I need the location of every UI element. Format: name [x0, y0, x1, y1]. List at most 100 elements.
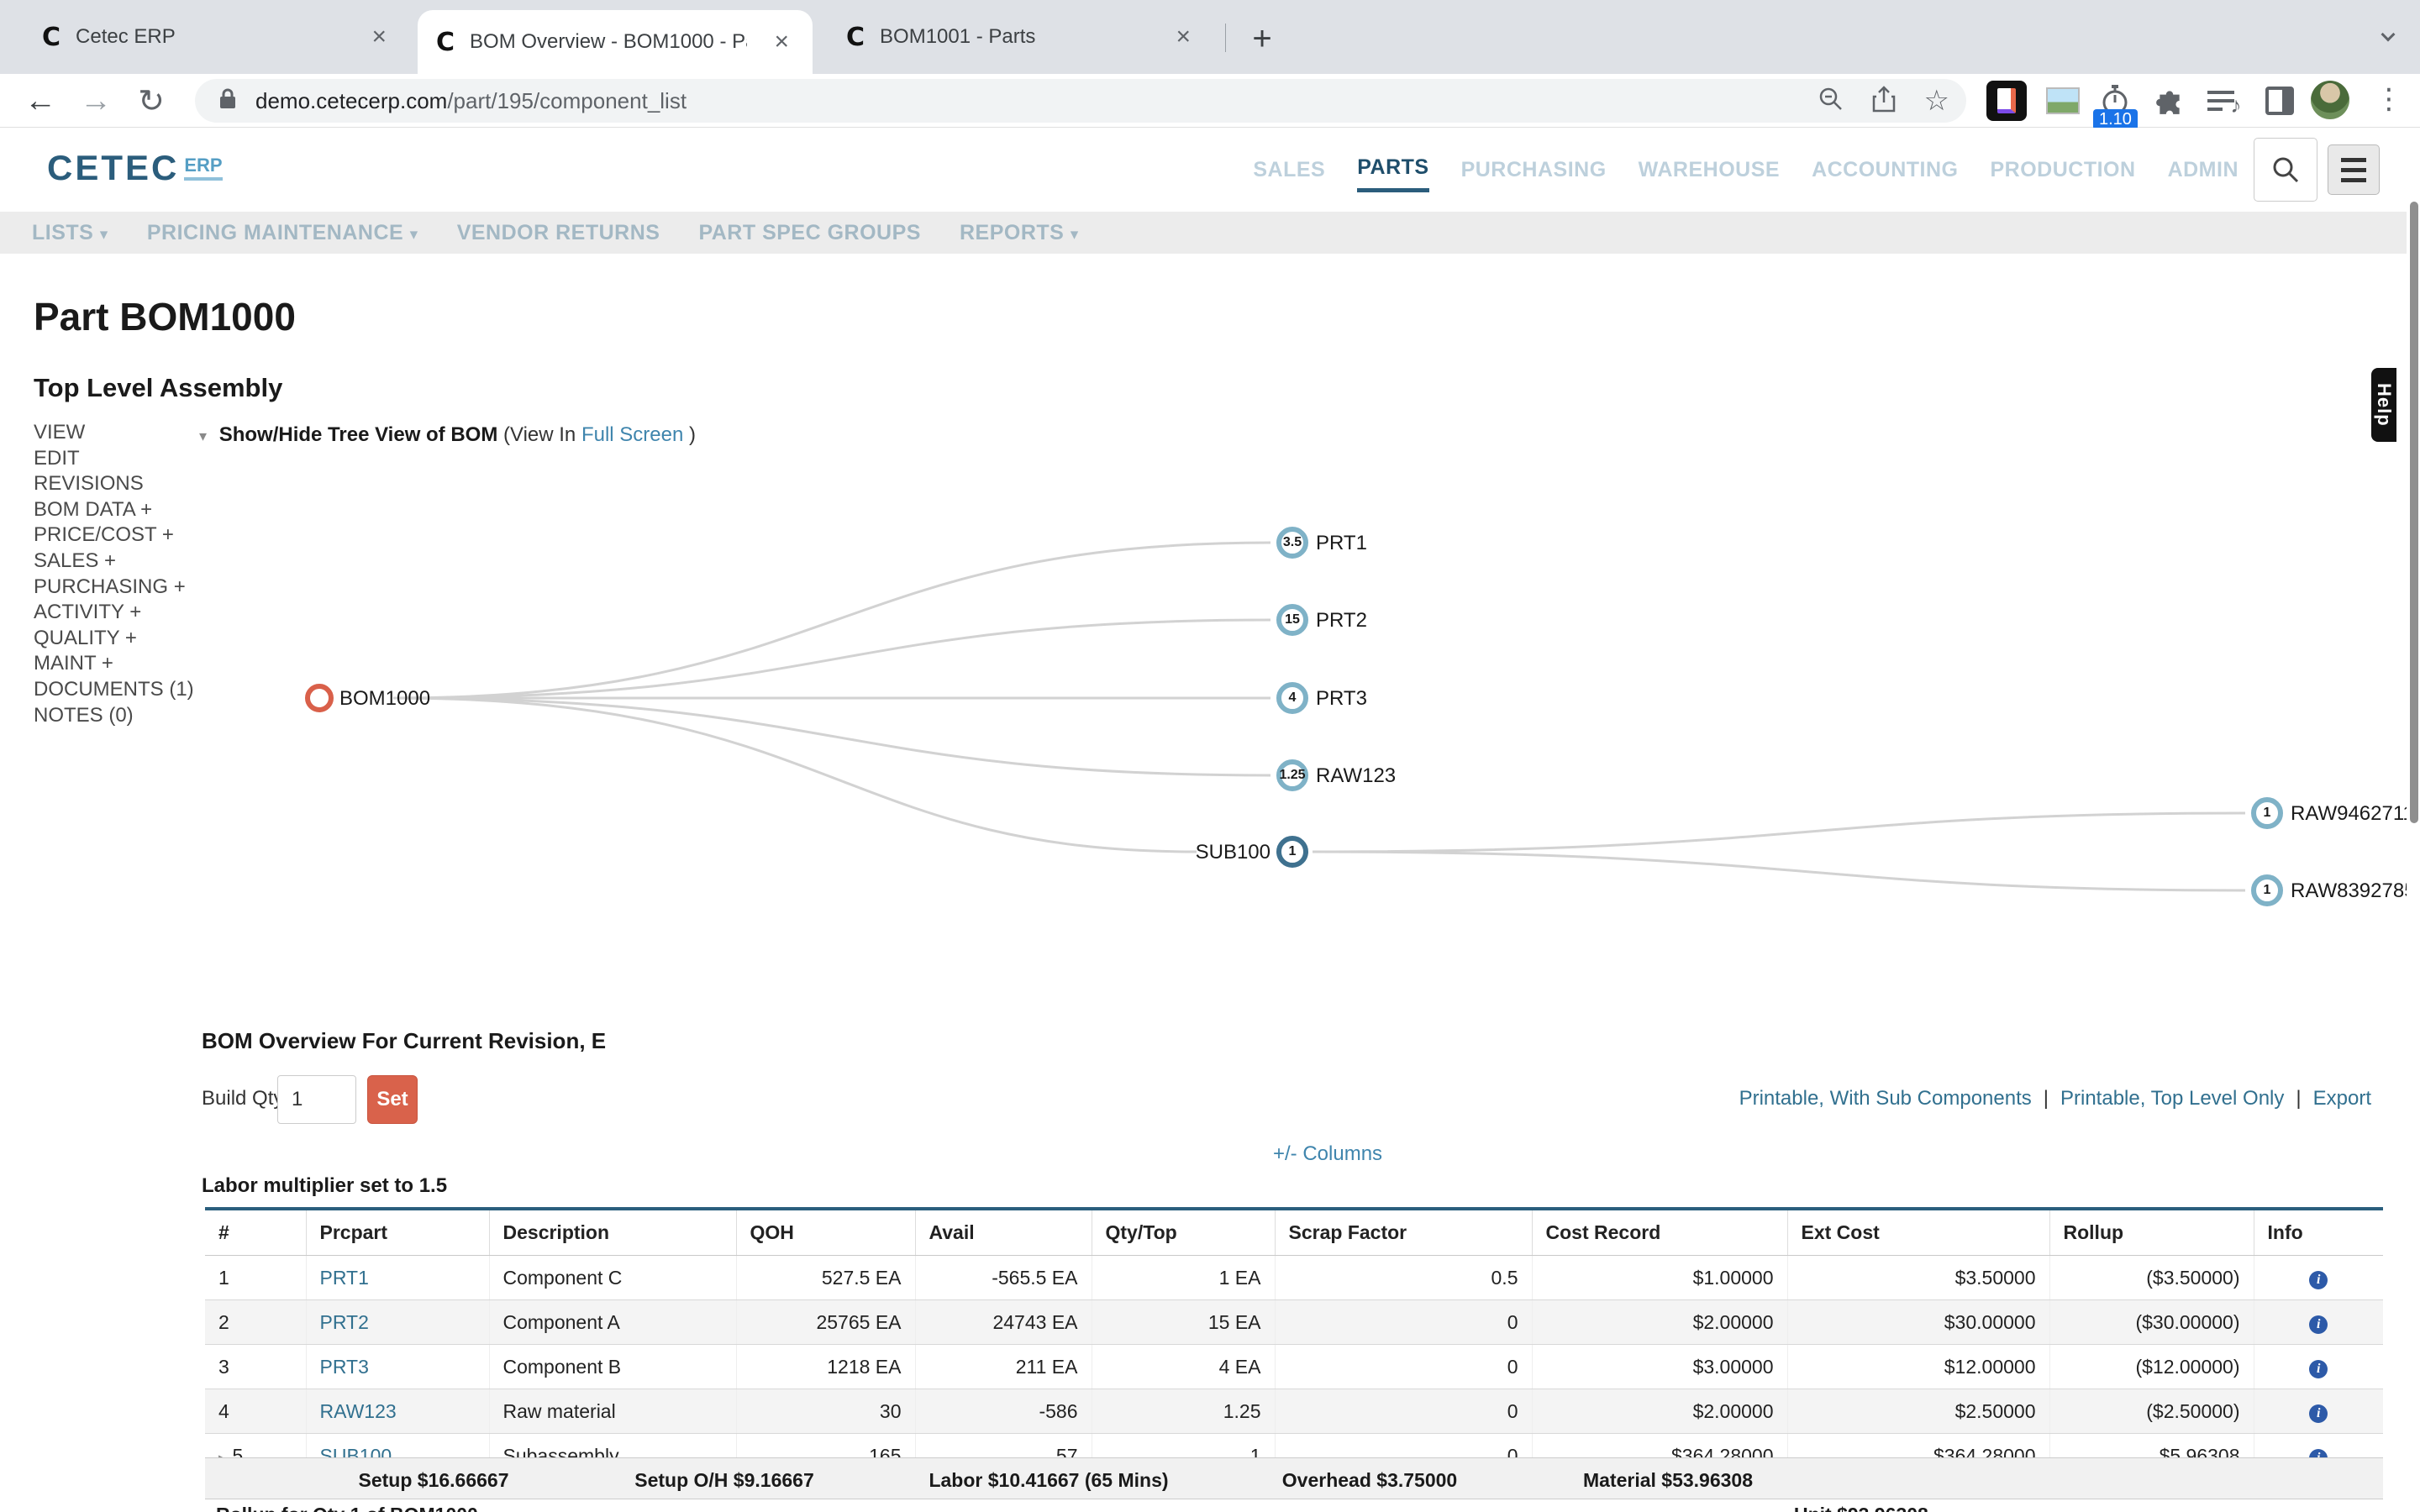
tree-label: RAW123: [1316, 764, 1396, 788]
search-button[interactable]: [2254, 138, 2317, 202]
sidebar-item-bom-data[interactable]: BOM DATA +: [34, 497, 194, 523]
printable-top-level-only-link[interactable]: Printable, Top Level Only: [2060, 1087, 2284, 1110]
browser-toolbar: ← → ↻ demo.cetecerp.com/part/195/compone…: [0, 74, 2420, 128]
tree-node-raw9462711[interactable]: 1: [2251, 797, 2283, 829]
sidebar-item-documents[interactable]: DOCUMENTS (1): [34, 677, 194, 703]
tree-node-bom1000[interactable]: [305, 684, 334, 712]
tree-toggle[interactable]: ▾ Show/Hide Tree View of BOM (View In Fu…: [199, 423, 696, 447]
sidebar-item-maint[interactable]: MAINT +: [34, 651, 194, 677]
extension-image-icon[interactable]: [2043, 81, 2083, 121]
hamburger-menu-button[interactable]: [2328, 144, 2380, 195]
tab-title: Cetec ERP: [76, 25, 176, 49]
prcpart-link[interactable]: PRT3: [320, 1356, 369, 1378]
build-qty-input[interactable]: [277, 1075, 356, 1124]
zoom-out-icon[interactable]: [1818, 87, 1844, 116]
back-button[interactable]: ←: [15, 74, 66, 128]
subnav-lists[interactable]: LISTS ▾: [32, 221, 108, 245]
tree-node-raw8392785[interactable]: 1: [2251, 874, 2283, 906]
forward-button[interactable]: →: [71, 74, 121, 128]
tree-node-prt2[interactable]: 15: [1276, 604, 1308, 636]
nav-accounting[interactable]: ACCOUNTING: [1812, 150, 1958, 191]
close-icon[interactable]: ×: [1171, 23, 1196, 51]
nav-production[interactable]: PRODUCTION: [1991, 150, 2136, 191]
subnav-vendor-returns[interactable]: VENDOR RETURNS: [457, 221, 660, 245]
table-header-row: #PrcpartDescriptionQOHAvailQty/TopScrap …: [205, 1209, 2383, 1256]
tree-node-prt1[interactable]: 3.5: [1276, 527, 1308, 559]
nav-warehouse[interactable]: WAREHOUSE: [1639, 150, 1780, 191]
tab-title: BOM1001 - Parts: [880, 25, 1035, 49]
nav-admin[interactable]: ADMIN: [2168, 150, 2238, 191]
nav-parts[interactable]: PARTS: [1357, 147, 1428, 192]
table-row: 2 PRT2 Component A 25765 EA 24743 EA 15 …: [205, 1300, 2383, 1345]
extensions-puzzle-icon[interactable]: [2149, 81, 2190, 121]
tree-label: PRT1: [1316, 532, 1367, 555]
tree-node-prt3[interactable]: 4: [1276, 682, 1308, 714]
sidebar-item-view[interactable]: VIEW: [34, 420, 194, 446]
tree-label: BOM1000: [339, 687, 430, 711]
url-text: demo.cetecerp.com/part/195/component_lis…: [255, 88, 687, 114]
browser-tab-cetec-erp[interactable]: C Cetec ERP ×: [24, 0, 410, 74]
subnav-reports[interactable]: REPORTS ▾: [960, 221, 1079, 245]
totals-row: Setup $16.66667 Setup O/H $9.16667 Labor…: [205, 1457, 2383, 1499]
tab-title: BOM Overview - BOM1000 - Pa: [470, 30, 747, 54]
chevron-down-icon: ▾: [100, 226, 108, 244]
sidebar-item-activity[interactable]: ACTIVITY +: [34, 600, 194, 626]
url-bar[interactable]: demo.cetecerp.com/part/195/component_lis…: [195, 79, 1966, 123]
lock-icon: [218, 87, 237, 115]
bom-overview-heading: BOM Overview For Current Revision, E: [202, 1028, 606, 1054]
sidebar-item-revisions[interactable]: REVISIONS: [34, 471, 194, 497]
reload-button[interactable]: ↻: [126, 74, 176, 128]
new-tab-button[interactable]: +: [1242, 18, 1282, 59]
nav-purchasing[interactable]: PURCHASING: [1461, 150, 1607, 191]
close-icon[interactable]: ×: [366, 23, 392, 51]
scrollbar-thumb[interactable]: [2410, 202, 2418, 823]
sidebar-item-purchasing[interactable]: PURCHASING +: [34, 575, 194, 601]
tree-label: PRT2: [1316, 609, 1367, 633]
export-link[interactable]: Export: [2313, 1087, 2371, 1110]
browser-menu-kebab-icon[interactable]: ⋮: [2375, 82, 2403, 116]
main-nav: SALES PARTS PURCHASING WAREHOUSE ACCOUNT…: [1253, 128, 2238, 212]
build-qty-label: Build Qty: [202, 1087, 283, 1110]
extension-doc-icon[interactable]: [1986, 81, 2027, 121]
extension-stopwatch-icon[interactable]: 1.10: [2095, 81, 2135, 121]
info-icon[interactable]: i: [2309, 1271, 2328, 1289]
subnav-part-spec-groups[interactable]: PART SPEC GROUPS: [698, 221, 921, 245]
profile-avatar[interactable]: [2311, 81, 2349, 119]
browser-tab-bom-overview[interactable]: C BOM Overview - BOM1000 - Pa ×: [418, 10, 813, 74]
bookmark-star-icon[interactable]: ☆: [1924, 87, 1949, 115]
sidebar-item-quality[interactable]: QUALITY +: [34, 626, 194, 652]
set-button[interactable]: Set: [367, 1075, 418, 1124]
music-note-icon: ♪: [2231, 92, 2242, 118]
columns-toggle-link[interactable]: +/- Columns: [1273, 1142, 1382, 1166]
app-header: CETECERP SALES PARTS PURCHASING WAREHOUS…: [0, 128, 2407, 212]
prcpart-link[interactable]: PRT2: [320, 1311, 369, 1333]
browser-tab-bom1001[interactable]: C BOM1001 - Parts ×: [828, 0, 1214, 74]
full-screen-link[interactable]: Full Screen: [581, 423, 683, 446]
unit-total: Unit $93.96308: [1794, 1504, 1928, 1512]
share-icon[interactable]: [1872, 86, 1896, 117]
info-icon[interactable]: i: [2309, 1404, 2328, 1423]
sidebar-item-price-cost[interactable]: PRICE/COST +: [34, 522, 194, 549]
info-icon[interactable]: i: [2309, 1315, 2328, 1334]
sidebar-item-edit[interactable]: EDIT: [34, 446, 194, 472]
playlist-icon[interactable]: ♪: [2204, 81, 2244, 121]
cetec-erp-logo[interactable]: CETECERP: [47, 148, 223, 188]
printable-with-sub-components-link[interactable]: Printable, With Sub Components: [1739, 1087, 2032, 1110]
bom-table: #PrcpartDescriptionQOHAvailQty/TopScrap …: [205, 1207, 2383, 1478]
cetec-favicon-icon: C: [436, 28, 455, 57]
close-icon[interactable]: ×: [769, 28, 794, 56]
tree-node-sub100[interactable]: 1: [1276, 836, 1308, 868]
help-tab[interactable]: Help: [2371, 368, 2396, 442]
chevron-down-icon[interactable]: [2383, 29, 2402, 47]
subnav-pricing-maintenance[interactable]: PRICING MAINTENANCE ▾: [147, 221, 418, 245]
sidebar-item-sales[interactable]: SALES +: [34, 549, 194, 575]
info-icon[interactable]: i: [2309, 1360, 2328, 1378]
side-menu: VIEW EDIT REVISIONS BOM DATA + PRICE/COS…: [34, 420, 194, 728]
tree-node-raw123[interactable]: 1.25: [1276, 759, 1308, 791]
cetec-favicon-icon: C: [42, 23, 60, 52]
prcpart-link[interactable]: RAW123: [320, 1400, 397, 1422]
prcpart-link[interactable]: PRT1: [320, 1267, 369, 1289]
sidebar-toggle-icon[interactable]: [2260, 81, 2300, 121]
nav-sales[interactable]: SALES: [1253, 150, 1325, 191]
sidebar-item-notes[interactable]: NOTES (0): [34, 703, 194, 729]
